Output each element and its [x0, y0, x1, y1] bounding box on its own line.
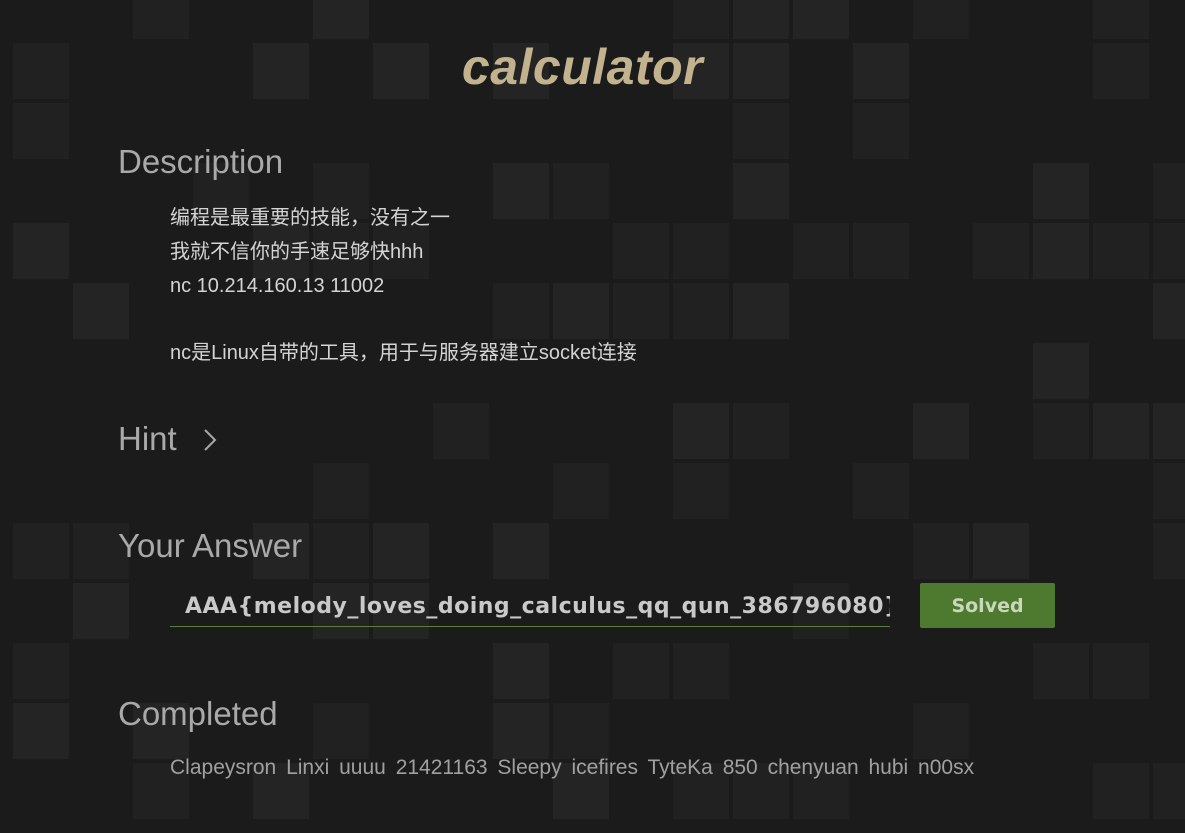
challenge-title: calculator	[461, 39, 704, 95]
background-tile	[1093, 643, 1149, 699]
description-line: 编程是最重要的技能，没有之一	[170, 207, 450, 229]
background-tile	[1153, 283, 1185, 339]
background-tile	[313, 0, 369, 39]
hint-toggle[interactable]: Hint	[118, 420, 217, 458]
background-tile	[433, 403, 489, 459]
answer-input[interactable]	[170, 586, 890, 627]
completed-user: Linxi	[286, 756, 330, 779]
answer-heading: Your Answer	[118, 527, 303, 564]
completed-user: TyteKa	[647, 756, 713, 779]
completed-users-list: Clapeysron Linxi uuuu 21421163 Sleepy ic…	[170, 751, 1075, 785]
background-tile	[1153, 463, 1185, 519]
completed-user: Clapeysron	[170, 756, 277, 779]
background-tile	[673, 403, 729, 459]
background-tile	[973, 523, 1029, 579]
completed-user: icefires	[571, 756, 638, 779]
background-tile	[853, 103, 909, 159]
background-tile	[1033, 343, 1089, 399]
background-tile	[493, 523, 549, 579]
completed-user: 21421163	[395, 756, 488, 779]
background-tile	[13, 103, 69, 159]
solved-button[interactable]: Solved	[920, 583, 1055, 628]
challenge-page: calculator Description 编程是最重要的技能，没有之一 我就…	[0, 0, 1185, 833]
description-blank-line	[170, 303, 637, 336]
background-tile	[1153, 403, 1185, 459]
background-tile	[13, 223, 69, 279]
background-tile	[853, 463, 909, 519]
background-tile	[1033, 223, 1089, 279]
background-tile	[793, 223, 849, 279]
background-tile	[1093, 763, 1149, 819]
background-tile	[313, 463, 369, 519]
background-tile	[13, 523, 69, 579]
background-tile	[1153, 763, 1185, 819]
background-tile	[1093, 0, 1149, 39]
background-tile	[673, 643, 729, 699]
background-tile	[553, 463, 609, 519]
background-tile	[1093, 403, 1149, 459]
chevron-right-icon	[203, 429, 217, 451]
description-line: nc是Linux自带的工具，用于与服务器建立socket连接	[170, 342, 637, 364]
background-tile	[133, 0, 189, 39]
background-tile	[613, 643, 669, 699]
background-tile	[733, 403, 789, 459]
hint-heading: Hint	[118, 420, 177, 457]
completed-user: 850	[722, 756, 758, 779]
background-tile	[853, 223, 909, 279]
background-tile	[673, 463, 729, 519]
completed-heading: Completed	[118, 695, 278, 732]
background-tile	[673, 0, 729, 39]
background-tile	[793, 0, 849, 39]
background-tile	[913, 523, 969, 579]
background-tile	[13, 643, 69, 699]
background-tile	[733, 0, 789, 39]
background-tile	[1153, 163, 1185, 219]
description-heading: Description	[118, 143, 284, 180]
background-tile	[313, 523, 369, 579]
background-tile	[1153, 223, 1185, 279]
completed-user: uuuu	[339, 756, 386, 779]
background-tile	[1033, 163, 1089, 219]
background-tile	[913, 403, 969, 459]
background-tile	[73, 283, 129, 339]
background-tile	[73, 583, 129, 639]
background-tile	[1033, 403, 1089, 459]
completed-user: n00sx	[918, 756, 975, 779]
background-tile	[673, 283, 729, 339]
background-tile	[13, 703, 69, 759]
description-body: 编程是最重要的技能，没有之一 我就不信你的手速足够快hhh nc 10.214.…	[170, 201, 637, 370]
background-tile	[733, 103, 789, 159]
description-line: nc 10.214.160.13 11002	[170, 275, 385, 297]
completed-user: Sleepy	[497, 756, 562, 779]
completed-user: hubi	[868, 756, 909, 779]
background-tile	[493, 643, 549, 699]
background-tile	[1153, 523, 1185, 579]
background-tile	[673, 223, 729, 279]
background-tile	[373, 523, 429, 579]
completed-user: chenyuan	[767, 756, 859, 779]
description-line: 我就不信你的手速足够快hhh	[170, 241, 424, 263]
background-tile	[973, 223, 1029, 279]
background-tile	[733, 283, 789, 339]
background-tile	[1033, 643, 1089, 699]
background-tile	[913, 0, 969, 39]
background-tile	[1093, 223, 1149, 279]
background-tile	[733, 163, 789, 219]
